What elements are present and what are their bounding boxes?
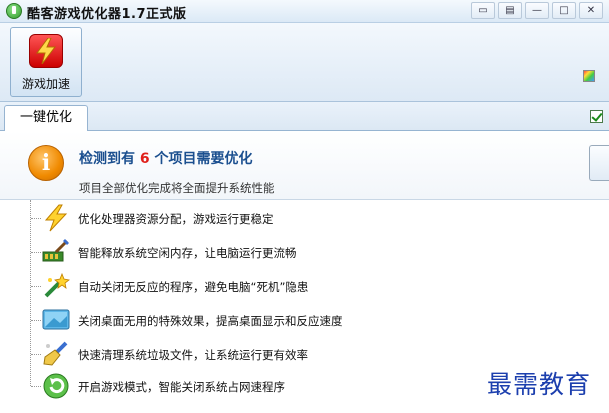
select-all-checkbox[interactable] [590,110,603,123]
headline-prefix: 检测到有 [79,151,135,167]
feedback-button[interactable]: ▭ [471,2,495,19]
headline-suffix: 个项目需要优化 [154,151,253,167]
list-item-text: 自动关闭无反应的程序，避免电脑“死机”隐患 [78,280,309,294]
list-item-text: 关闭桌面无用的特殊效果，提高桌面显示和反应速度 [78,314,343,328]
minimize-button[interactable]: — [525,2,549,19]
lightning-icon [29,34,63,68]
lightning-icon [42,204,70,232]
list-item-text: 开启游戏模式，智能关闭系统占网速程序 [78,380,285,394]
close-button[interactable]: ✕ [579,2,603,19]
tree-branch [31,252,41,253]
broom-icon [42,340,70,368]
toolbar: 游戏加速 [0,23,609,102]
watermark-text: 最需教育 [487,370,592,399]
list-item[interactable]: 关闭桌面无用的特殊效果，提高桌面显示和反应速度 [0,304,600,336]
skin-palette-icon[interactable] [583,70,595,82]
wand-icon [42,272,70,300]
list-item[interactable]: 智能释放系统空闲内存，让电脑运行更流畅 [0,236,600,268]
list-item-text: 快速清理系统垃圾文件，让系统运行更有效率 [78,348,308,362]
tab-one-click-optimize[interactable]: 一键优化 [4,105,88,131]
tree-branch [31,386,41,387]
info-icon: i [28,145,64,181]
memory-brush-icon [42,238,70,266]
game-accelerate-button[interactable]: 游戏加速 [10,27,82,97]
tree-branch [31,286,41,287]
optimize-side-button[interactable] [589,145,609,181]
list-item-text: 优化处理器资源分配，游戏运行更稳定 [78,212,274,226]
issue-count: 6 [139,151,150,167]
summary-subtext: 项目全部优化完成将全面提升系统性能 [79,181,275,195]
tree-branch [31,320,41,321]
window-title: 酷客游戏优化器1.7正式版 [27,7,187,22]
list-item[interactable]: 优化处理器资源分配，游戏运行更稳定 [0,202,600,234]
menu-button[interactable]: ▤ [498,2,522,19]
desktop-icon [42,306,70,334]
refresh-icon [42,372,70,400]
title-bar: 酷客游戏优化器1.7正式版 ▭ ▤ — □ ✕ [0,0,609,23]
summary-panel: i 检测到有 6 个项目需要优化 项目全部优化完成将全面提升系统性能 [0,131,609,200]
list-item[interactable]: 自动关闭无反应的程序，避免电脑“死机”隐患 [0,270,600,302]
list-item-text: 智能释放系统空闲内存，让电脑运行更流畅 [78,246,297,260]
game-accelerate-label: 游戏加速 [21,77,70,91]
app-logo-icon [6,3,22,19]
maximize-button[interactable]: □ [552,2,576,19]
tree-branch [31,218,41,219]
summary-headline: 检测到有 6 个项目需要优化 [79,148,253,168]
tab-bar: 一键优化 [0,102,609,131]
tree-branch [31,354,41,355]
window-controls: ▭ ▤ — □ ✕ [471,2,603,19]
